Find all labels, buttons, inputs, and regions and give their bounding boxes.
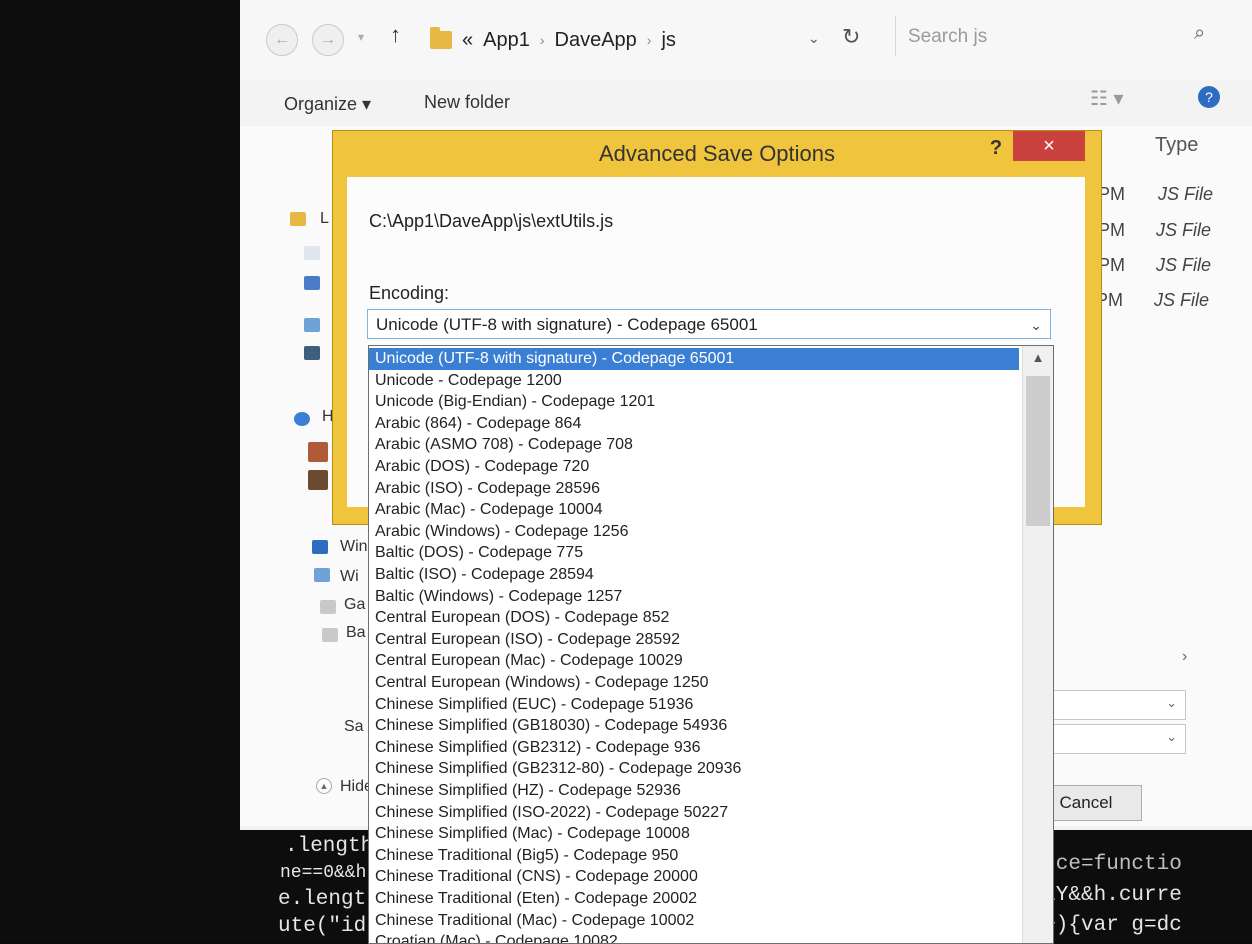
new-folder-button[interactable]: New folder [424, 92, 510, 113]
column-header-type[interactable]: Type [1155, 134, 1198, 157]
encoding-option[interactable]: Chinese Simplified (GB18030) - Codepage … [369, 715, 1019, 737]
encoding-option[interactable]: Chinese Simplified (HZ) - Codepage 52936 [369, 780, 1019, 802]
encoding-dropdown-list: Unicode (UTF-8 with signature) - Codepag… [368, 345, 1054, 944]
encoding-option[interactable]: Arabic (864) - Codepage 864 [369, 413, 1019, 435]
code-line: e.length [278, 888, 379, 911]
encoding-option[interactable]: Central European (DOS) - Codepage 852 [369, 607, 1019, 629]
refresh-icon[interactable]: ↻ [842, 24, 860, 50]
avatar [308, 442, 328, 462]
type-cell: JS File [1158, 184, 1214, 204]
search-input[interactable]: Search js [908, 26, 987, 48]
encoding-selected-value: Unicode (UTF-8 with signature) - Codepag… [376, 315, 758, 334]
breadcrumb-separator: › [539, 32, 545, 48]
recent-dropdown-icon[interactable]: ▾ [358, 30, 364, 44]
encoding-select[interactable]: Unicode (UTF-8 with signature) - Codepag… [367, 309, 1051, 339]
breadcrumb-item[interactable]: App1 [483, 29, 530, 52]
back-icon[interactable]: ← [266, 24, 298, 56]
encoding-option[interactable]: Central European (ISO) - Codepage 28592 [369, 629, 1019, 651]
type-cell: JS File [1156, 220, 1212, 240]
breadcrumb-prefix: « [462, 28, 474, 51]
toolbar: Organize ▾ New folder ☷ ▾ ? [240, 86, 1252, 126]
encoding-option[interactable]: Chinese Simplified (ISO-2022) - Codepage… [369, 802, 1019, 824]
encoding-option[interactable]: Baltic (DOS) - Codepage 775 [369, 542, 1019, 564]
encoding-option[interactable]: Chinese Traditional (Big5) - Codepage 95… [369, 845, 1019, 867]
date-cell: PM [1098, 255, 1125, 275]
libraries-icon [290, 212, 306, 226]
encoding-option[interactable]: Baltic (ISO) - Codepage 28594 [369, 564, 1019, 586]
documents-icon [304, 246, 320, 260]
sidebar-item-network-drive[interactable]: Ga [344, 596, 365, 614]
dropdown-scrollbar[interactable]: ▲ [1022, 346, 1053, 943]
pictures-icon [304, 318, 320, 332]
help-button[interactable]: ? [981, 133, 1011, 163]
type-cell: JS File [1156, 255, 1212, 275]
encoding-option[interactable]: Baltic (Windows) - Codepage 1257 [369, 586, 1019, 608]
drive-icon [314, 568, 330, 582]
folder-icon [430, 27, 452, 49]
chevron-down-icon[interactable]: ⌄ [1030, 310, 1042, 340]
encoding-option[interactable]: Arabic (ISO) - Codepage 28596 [369, 478, 1019, 500]
encoding-label: Encoding: [369, 283, 450, 303]
encoding-option[interactable]: Croatian (Mac) - Codepage 10082 [369, 931, 1019, 943]
encoding-option[interactable]: Chinese Simplified (EUC) - Codepage 5193… [369, 694, 1019, 716]
close-button[interactable]: × [1013, 131, 1085, 161]
save-as-type-label: Sa [344, 718, 364, 735]
search-icon[interactable]: ⌕ [1194, 22, 1205, 45]
encoding-option[interactable]: Chinese Traditional (Eten) - Codepage 20… [369, 888, 1019, 910]
code-line: ne==0&&h [280, 863, 367, 883]
encoding-option[interactable]: Unicode (Big-Endian) - Codepage 1201 [369, 391, 1019, 413]
type-cell: JS File [1154, 290, 1210, 310]
network-drive-icon [320, 600, 336, 614]
encoding-option[interactable]: Chinese Simplified (GB2312) - Codepage 9… [369, 737, 1019, 759]
encoding-option[interactable]: Chinese Traditional (CNS) - Codepage 200… [369, 866, 1019, 888]
homegroup-icon [294, 412, 310, 426]
help-icon[interactable]: ? [1198, 86, 1220, 108]
breadcrumb-item[interactable]: DaveApp [555, 29, 637, 52]
sidebar-item-libraries[interactable]: L [320, 210, 329, 228]
scroll-right-icon[interactable]: › [1182, 648, 1187, 666]
chevron-down-icon[interactable]: ⌄ [1166, 729, 1177, 745]
videos-icon [304, 346, 320, 360]
encoding-option[interactable]: Arabic (DOS) - Codepage 720 [369, 456, 1019, 478]
music-icon [304, 276, 320, 290]
file-path: C:\App1\DaveApp\js\extUtils.js [369, 211, 614, 231]
encoding-option[interactable]: Arabic (Windows) - Codepage 1256 [369, 521, 1019, 543]
breadcrumb-item[interactable]: js [661, 29, 675, 52]
chevron-up-icon[interactable]: ▲ [316, 778, 332, 794]
navigation-bar: ← → ▾ ↑ « App1 › DaveApp › js ⌄ ↻ Search… [240, 0, 1252, 80]
encoding-option[interactable]: Central European (Mac) - Codepage 10029 [369, 650, 1019, 672]
encoding-option[interactable]: Arabic (ASMO 708) - Codepage 708 [369, 434, 1019, 456]
computer-icon [312, 540, 328, 554]
forward-icon[interactable]: → [312, 24, 344, 56]
encoding-option[interactable]: Chinese Simplified (GB2312-80) - Codepag… [369, 758, 1019, 780]
code-line: ute("id" [278, 915, 379, 938]
breadcrumb-separator: › [646, 32, 652, 48]
avatar [308, 470, 328, 490]
address-dropdown-icon[interactable]: ⌄ [808, 30, 820, 47]
encoding-option[interactable]: Unicode (UTF-8 with signature) - Codepag… [369, 348, 1019, 370]
sidebar-item-drive[interactable]: Wi [340, 568, 359, 586]
chevron-down-icon[interactable]: ⌄ [1166, 695, 1177, 711]
encoding-option[interactable]: Central European (Windows) - Codepage 12… [369, 672, 1019, 694]
organize-button[interactable]: Organize ▾ [284, 94, 371, 115]
date-cell: PM [1098, 184, 1125, 204]
network-drive-icon [322, 628, 338, 642]
sidebar-item-network-drive[interactable]: Ba [346, 624, 366, 642]
date-cell: PM [1098, 220, 1125, 240]
search-box[interactable]: Search js ⌕ [895, 16, 1226, 56]
encoding-option[interactable]: Arabic (Mac) - Codepage 10004 [369, 499, 1019, 521]
view-icon[interactable]: ☷ ▾ [1090, 86, 1124, 111]
scrollbar-thumb[interactable] [1026, 376, 1050, 526]
encoding-option[interactable]: Chinese Simplified (Mac) - Codepage 1000… [369, 823, 1019, 845]
encoding-option[interactable]: Chinese Traditional (Mac) - Codepage 100… [369, 910, 1019, 932]
up-icon[interactable]: ↑ [390, 22, 401, 48]
encoding-option[interactable]: Unicode - Codepage 1200 [369, 370, 1019, 392]
scroll-up-icon[interactable]: ▲ [1023, 350, 1053, 372]
